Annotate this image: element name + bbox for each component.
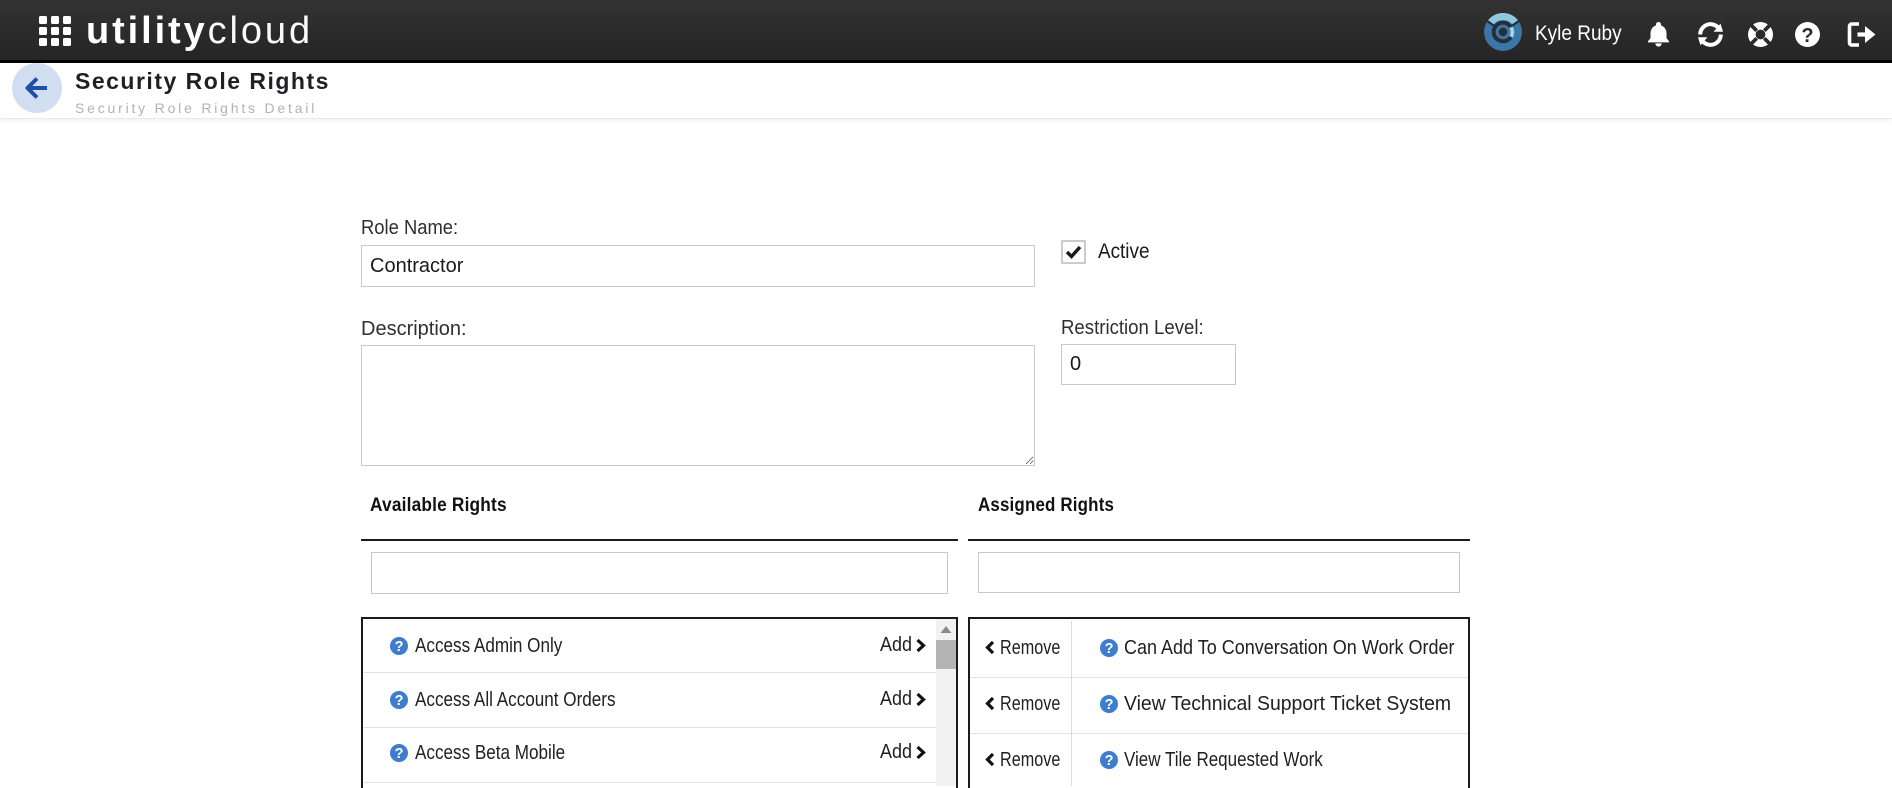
svg-text:?: ?: [1105, 641, 1114, 657]
svg-text:?: ?: [1105, 753, 1114, 769]
svg-text:?: ?: [1105, 697, 1114, 713]
svg-text:?: ?: [395, 693, 404, 709]
svg-text:?: ?: [395, 639, 404, 655]
svg-text:?: ?: [1801, 25, 1813, 47]
svg-text:?: ?: [395, 746, 404, 762]
